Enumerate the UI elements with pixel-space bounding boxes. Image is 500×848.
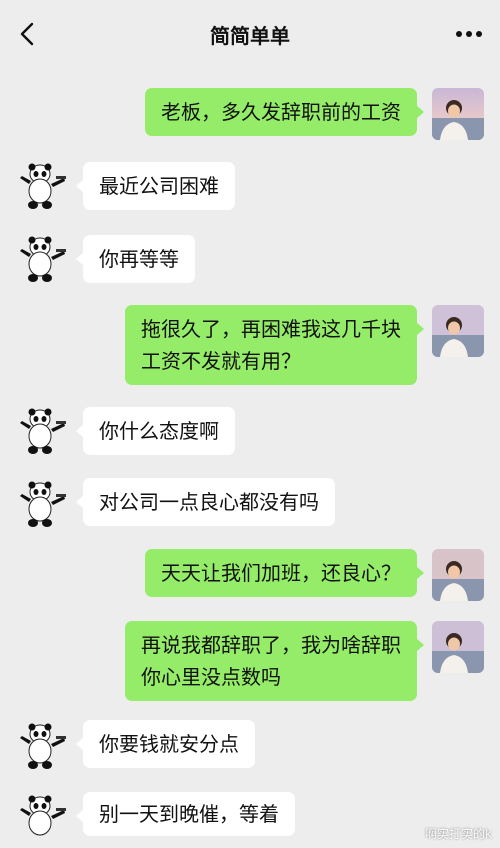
self-avatar[interactable] <box>432 621 484 673</box>
message-bubble-other[interactable]: 你要钱就安分点 <box>76 720 255 768</box>
chat-title: 简简单单 <box>210 24 290 48</box>
message-bubble-other[interactable]: 你什么态度啊 <box>76 407 235 455</box>
other-avatar[interactable] <box>16 720 68 772</box>
panda-avatar <box>16 233 68 285</box>
more-button[interactable] <box>452 22 486 46</box>
message-bubble-other[interactable]: 对公司一点良心都没有吗 <box>76 478 335 526</box>
other-avatar[interactable] <box>16 160 68 212</box>
other-avatar[interactable] <box>16 792 68 844</box>
person-photo-avatar <box>432 549 484 601</box>
message-bubble-other[interactable]: 你再等等 <box>76 235 195 283</box>
person-photo-avatar <box>432 88 484 140</box>
person-photo-avatar <box>432 305 484 357</box>
message-bubble-self[interactable]: 再说我都辞职了，我为啥辞职 你心里没点数吗 <box>125 621 424 701</box>
more-dots-icon <box>456 31 482 37</box>
panda-avatar <box>16 478 68 530</box>
message-bubble-self[interactable]: 老板，多久发辞职前的工资 <box>145 88 424 136</box>
chat-header: 简简单单 <box>0 0 500 68</box>
message-bubble-other[interactable]: 最近公司困难 <box>76 162 235 210</box>
other-avatar[interactable] <box>16 478 68 530</box>
other-avatar[interactable] <box>16 405 68 457</box>
watermark: 啊实打实的k <box>425 827 492 841</box>
self-avatar[interactable] <box>432 305 484 357</box>
self-avatar[interactable] <box>432 88 484 140</box>
panda-avatar <box>16 792 68 844</box>
message-bubble-self[interactable]: 拖很久了，再困难我这几千块 工资不发就有用？ <box>125 305 424 385</box>
message-bubble-self[interactable]: 天天让我们加班，还良心？ <box>145 549 424 597</box>
message-bubble-other[interactable]: 别一天到晚催，等着 <box>76 792 295 836</box>
panda-avatar <box>16 160 68 212</box>
panda-avatar <box>16 405 68 457</box>
person-photo-avatar <box>432 621 484 673</box>
panda-avatar <box>16 720 68 772</box>
other-avatar[interactable] <box>16 233 68 285</box>
self-avatar[interactable] <box>432 549 484 601</box>
